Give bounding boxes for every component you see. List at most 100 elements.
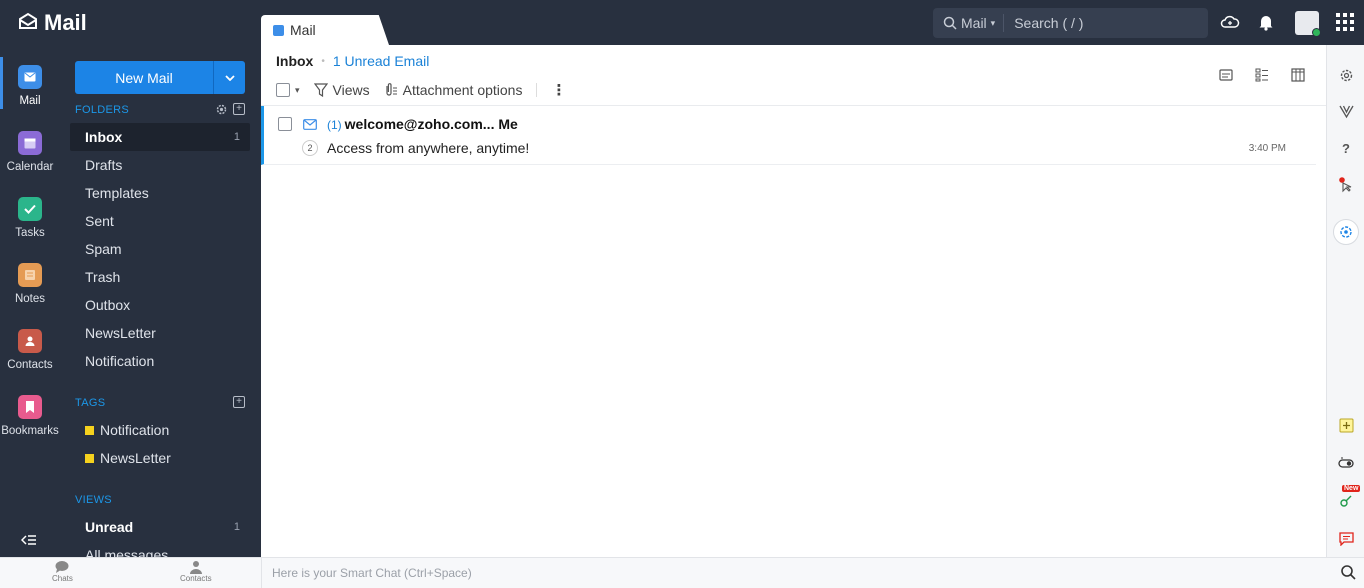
sender-text: welcome@zoho.com... Me (344, 116, 518, 132)
rail-item-mail[interactable]: Mail (0, 57, 60, 109)
apps-grid-icon[interactable] (1336, 13, 1354, 31)
new-mail-button[interactable]: New Mail (75, 61, 245, 94)
toggle-theme-icon[interactable] (1336, 453, 1356, 473)
view-item-unread[interactable]: Unread 1 (70, 513, 250, 541)
attachment-icon (386, 83, 397, 96)
chevron-down-icon (224, 74, 235, 81)
app-brand[interactable]: Mail (18, 10, 87, 36)
tag-item-notification[interactable]: Notification (70, 416, 250, 444)
tab-label: Mail (290, 22, 316, 38)
avatar[interactable] (1295, 11, 1321, 37)
rail-item-notes[interactable]: Notes (0, 263, 60, 305)
new-mail-label: New Mail (115, 69, 173, 86)
contact-icon (189, 561, 202, 574)
rail-item-bookmarks[interactable]: Bookmarks (0, 395, 60, 437)
mail-logo-icon (18, 12, 38, 35)
search-scope-label: Mail (961, 15, 987, 31)
folder-item-inbox[interactable]: Inbox 1 (70, 123, 250, 151)
tag-item-newsletter[interactable]: NewsLetter (70, 444, 250, 472)
chats-button[interactable]: Chats (52, 560, 73, 583)
filter-icon (313, 83, 328, 97)
search-bar[interactable]: Mail ▾ Search ( / ) (933, 8, 1208, 38)
feedback-chat-icon[interactable] (1336, 529, 1356, 549)
contacts-label: Contacts (180, 574, 212, 583)
bookmark-icon (18, 395, 42, 419)
folder-label: NewsLetter (85, 325, 156, 341)
select-all-control[interactable]: ▾ (276, 83, 300, 97)
new-mail-dropdown[interactable] (213, 61, 245, 94)
new-feature-icon[interactable]: New (1336, 485, 1361, 511)
folders-header: FOLDERS (75, 104, 130, 116)
views-header: VIEWS (75, 494, 112, 506)
new-badge: New (1342, 485, 1361, 492)
search-input[interactable]: Search ( / ) (1004, 15, 1083, 31)
list-view-icon[interactable] (1254, 67, 1270, 83)
add-tag-icon[interactable]: + (233, 396, 245, 408)
add-folder-icon[interactable]: + (233, 103, 245, 115)
mail-time: 3:40 PM (1248, 143, 1286, 154)
attachment-options-button[interactable]: Attachment options (384, 82, 522, 98)
folder-item-notification[interactable]: Notification (70, 347, 250, 375)
view-label: Unread (85, 519, 134, 535)
tags-header: TAGS (75, 397, 106, 409)
collapse-sidebar-icon[interactable] (20, 533, 37, 550)
tag-label: NewsLetter (100, 450, 171, 466)
more-options-icon[interactable]: ⋮ (551, 81, 566, 99)
folder-item-spam[interactable]: Spam (70, 235, 250, 263)
help-icon[interactable]: ? (1336, 138, 1356, 158)
select-all-checkbox[interactable] (276, 83, 290, 97)
sticky-note-icon[interactable] (1336, 415, 1356, 435)
conversation-view-icon[interactable] (1218, 67, 1234, 83)
rail-item-label: Contacts (7, 359, 53, 371)
rail-item-label: Tasks (15, 227, 45, 239)
cloud-sync-icon[interactable] (1220, 12, 1240, 32)
view-item-all-messages[interactable]: All messages (70, 541, 250, 557)
column-view-icon[interactable] (1290, 67, 1306, 83)
folder-item-sent[interactable]: Sent (70, 207, 250, 235)
bell-icon[interactable] (1256, 12, 1276, 32)
folder-item-templates[interactable]: Templates (70, 179, 250, 207)
tag-label: Notification (100, 422, 170, 438)
contacts-icon (18, 329, 42, 353)
folder-item-outbox[interactable]: Outbox (70, 291, 250, 319)
tab-mail[interactable]: Mail (261, 15, 389, 45)
notes-icon (18, 263, 42, 287)
rail-item-label: Mail (19, 95, 41, 107)
folder-label: Sent (85, 213, 114, 229)
views-label: Views (332, 82, 370, 98)
pointer-notification-icon[interactable] (1336, 175, 1356, 195)
rail-item-calendar[interactable]: Calendar (0, 131, 60, 173)
folder-item-newsletter[interactable]: NewsLetter (70, 319, 250, 347)
folder-label: Templates (85, 185, 149, 201)
search-icon (943, 16, 957, 30)
rail-item-tasks[interactable]: Tasks (0, 197, 60, 239)
folder-item-trash[interactable]: Trash (70, 263, 250, 291)
settings-gear-icon[interactable] (1336, 65, 1356, 85)
folders-tools: + (215, 103, 245, 116)
right-rail: ? New (1326, 45, 1364, 557)
tags-tools: + (233, 396, 245, 408)
vault-icon[interactable] (1336, 101, 1356, 121)
contacts-button[interactable]: Contacts (180, 560, 212, 583)
folder-label: Notification (85, 353, 155, 369)
folder-label: Inbox (85, 129, 123, 145)
chevron-down-icon: ▾ (990, 17, 996, 28)
app-rail: Mail Calendar Tasks Notes Contacts Bookm… (0, 45, 60, 557)
folder-label: Trash (85, 269, 121, 285)
folder-item-drafts[interactable]: Drafts (70, 151, 250, 179)
breadcrumb: Inbox • 1 Unread Email (276, 53, 429, 69)
mail-subject: Access from anywhere, anytime! (327, 140, 530, 156)
folder-settings-icon[interactable] (215, 103, 228, 116)
view-mode-icons (1218, 67, 1306, 83)
rail-item-contacts[interactable]: Contacts (0, 329, 60, 371)
chevron-down-icon[interactable]: ▾ (295, 85, 300, 96)
unread-email-link[interactable]: 1 Unread Email (333, 53, 430, 69)
smart-chat-input[interactable]: Here is your Smart Chat (Ctrl+Space) (261, 558, 1326, 588)
search-scope-dropdown[interactable]: Mail ▾ (933, 14, 1005, 32)
mail-list-item[interactable]: (1) welcome@zoho.com... Me 2 Access from … (261, 106, 1316, 165)
views-button[interactable]: Views (313, 82, 370, 98)
mail-select-checkbox[interactable] (278, 117, 292, 131)
ai-assistant-icon[interactable] (1333, 219, 1359, 245)
search-icon[interactable] (1340, 564, 1356, 585)
breadcrumb-separator: • (321, 55, 325, 67)
